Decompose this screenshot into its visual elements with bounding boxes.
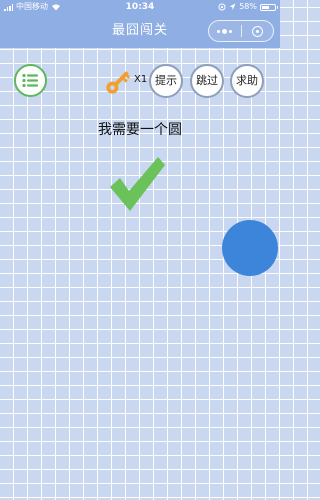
list-icon — [22, 73, 38, 88]
more-dot-icon — [217, 29, 221, 33]
checkmark-icon — [110, 157, 165, 211]
more-dot-icon — [222, 28, 228, 34]
battery-percent: 58% — [239, 2, 257, 11]
mini-program-capsule — [208, 20, 274, 42]
puzzle-prompt: 我需要一个圆 — [98, 122, 182, 138]
close-mini-program-button[interactable] — [242, 21, 274, 41]
location-icon — [229, 3, 236, 10]
hint-button[interactable]: 提示 — [149, 64, 183, 98]
key-count: X1 — [134, 74, 148, 85]
close-circle-icon — [251, 25, 263, 37]
help-button[interactable]: 求助 — [230, 64, 264, 98]
status-right: 58% — [218, 0, 278, 14]
blue-circle[interactable] — [222, 220, 278, 276]
lock-rotation-icon — [218, 3, 226, 11]
menu-button[interactable] — [14, 64, 47, 97]
more-options-button[interactable] — [209, 21, 241, 41]
key-icon — [106, 71, 131, 94]
nav-bar: 最囧闯关 — [0, 14, 280, 48]
battery-icon — [260, 3, 278, 11]
battery-fill — [262, 5, 269, 9]
status-bar: 中国移动 10:34 58% — [0, 0, 280, 14]
more-dot-icon — [229, 29, 233, 33]
skip-button[interactable]: 跳过 — [190, 64, 224, 98]
